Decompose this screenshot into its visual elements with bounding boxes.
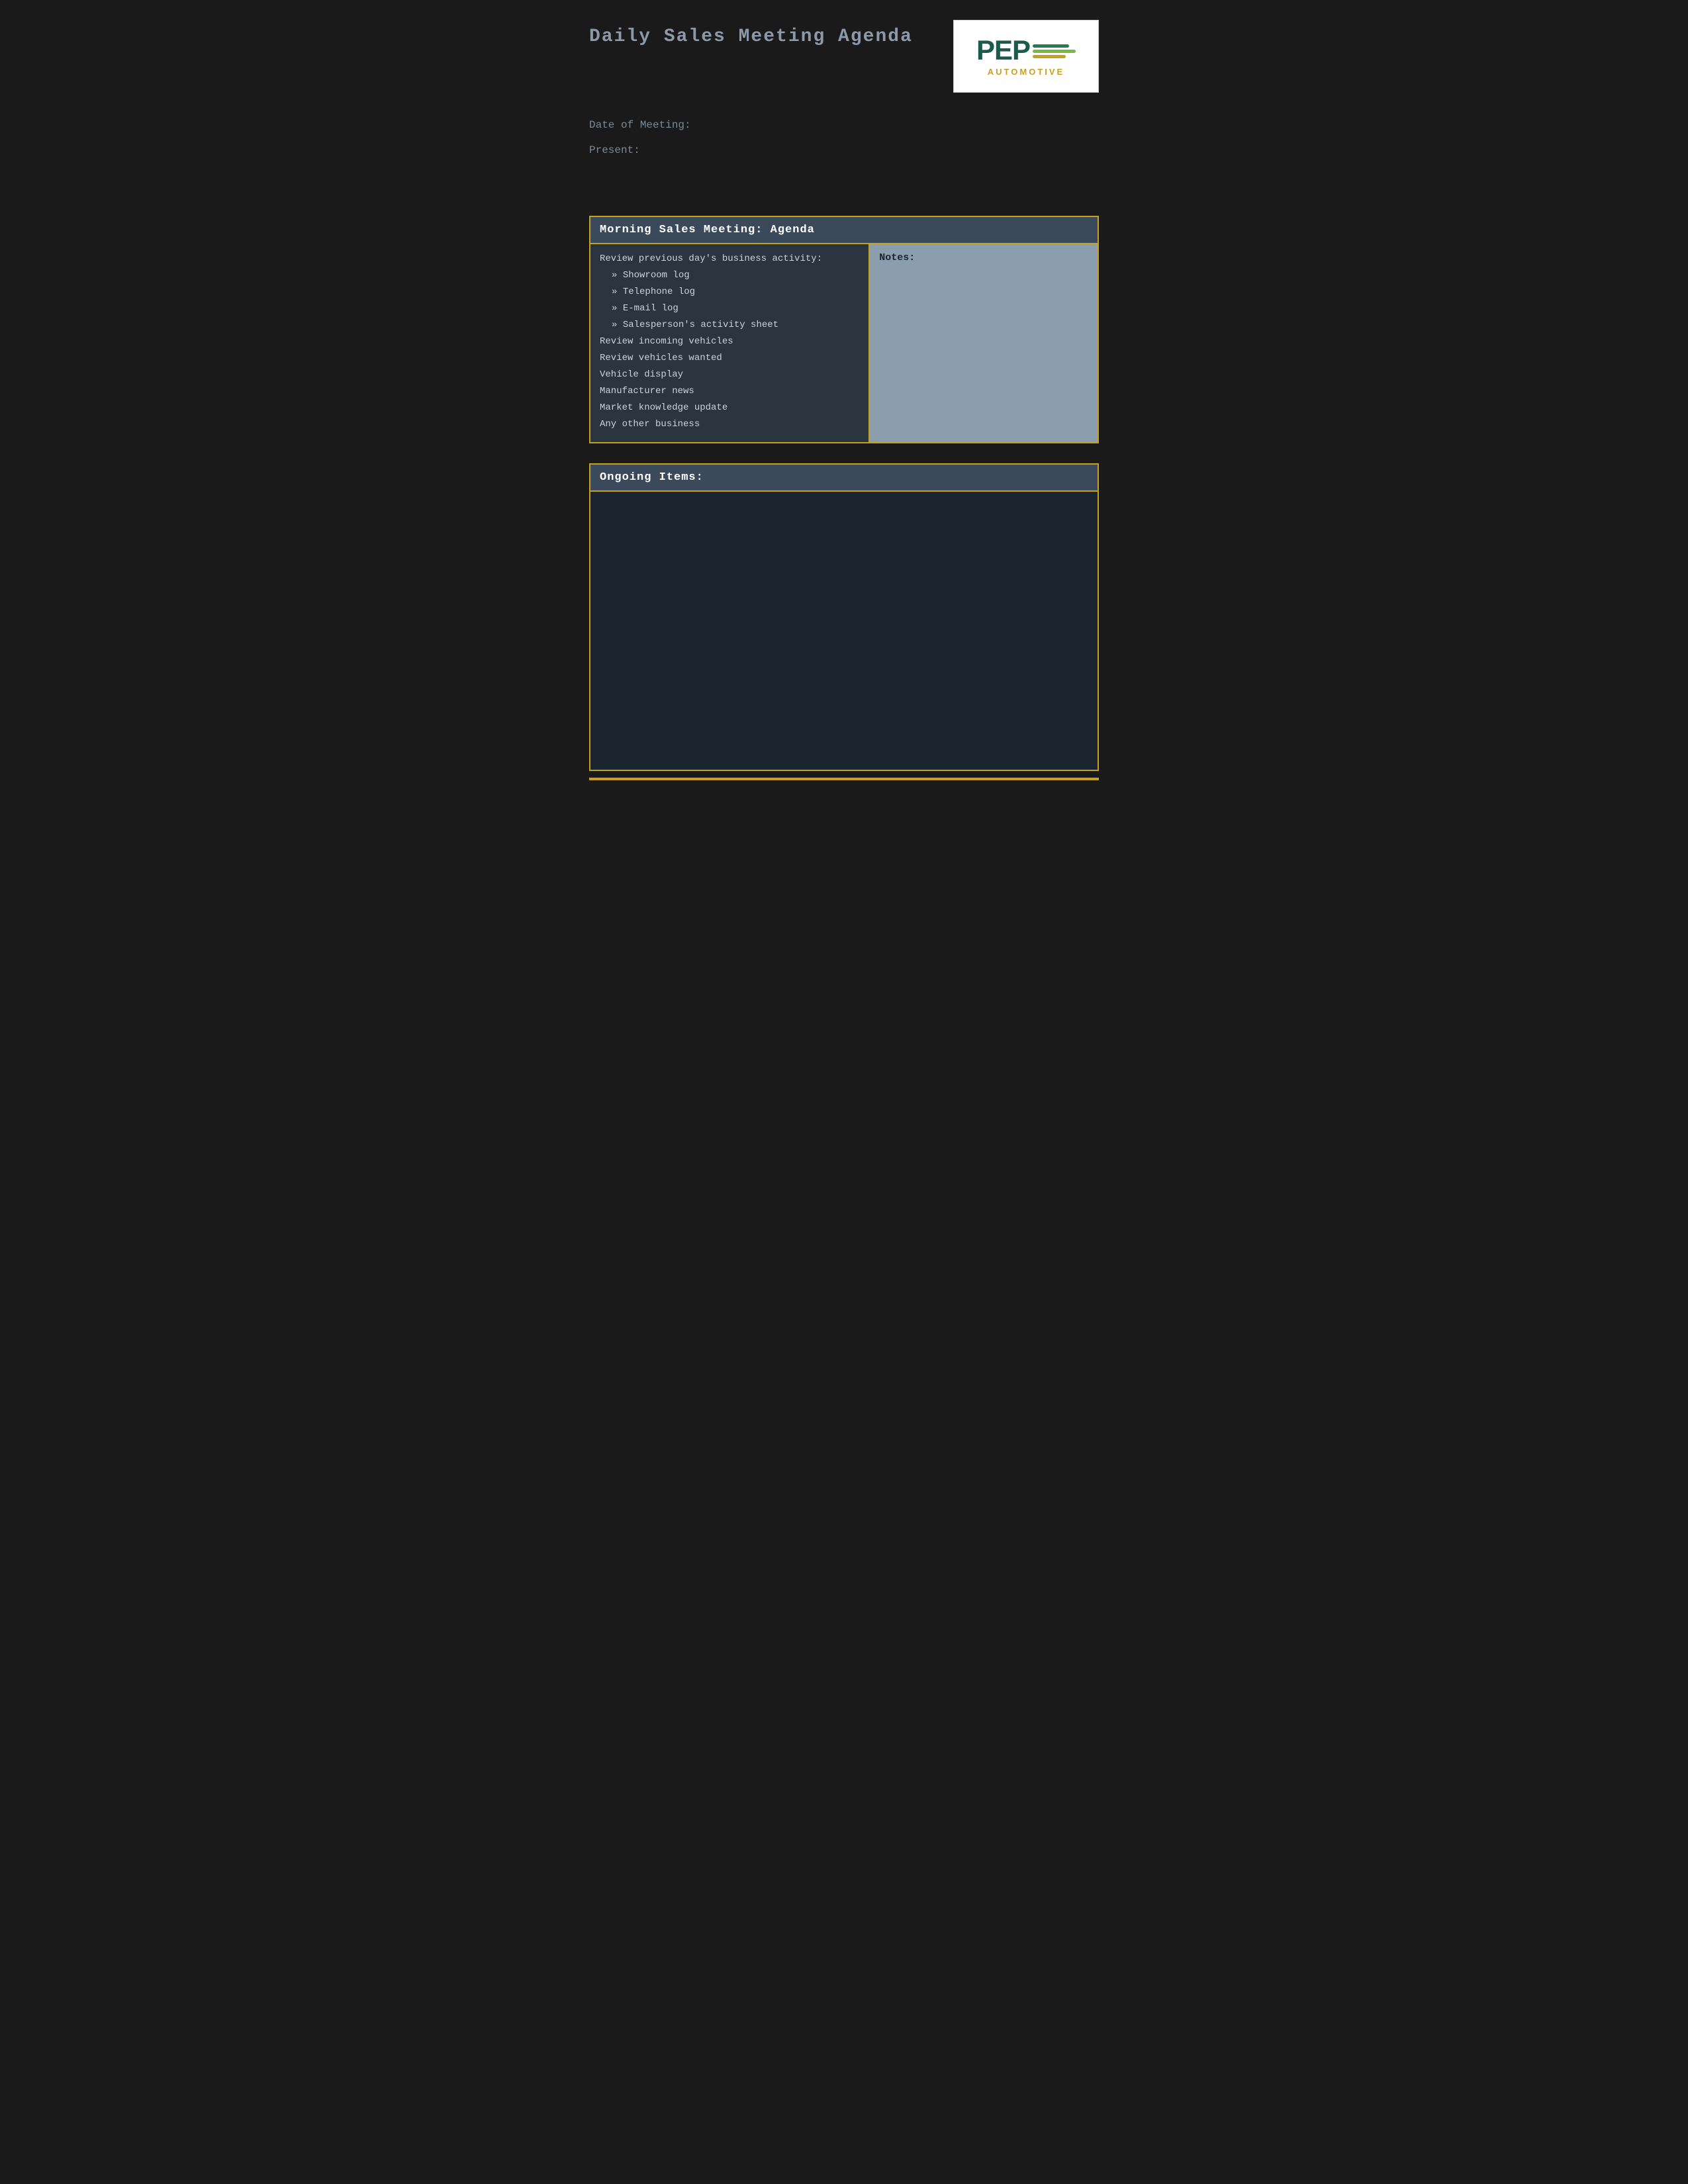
agenda-sub-showroom: Showroom log <box>612 269 859 283</box>
logo-text: PEP <box>976 36 1030 64</box>
notes-label: Notes: <box>879 252 1088 263</box>
logo-swoosh <box>1033 44 1076 60</box>
page-title: Daily Sales Meeting Agenda <box>589 26 913 47</box>
title-area: Daily Sales Meeting Agenda <box>589 20 913 47</box>
agenda-sub-telephone: Telephone log <box>612 285 859 299</box>
date-label: Date of Meeting: <box>589 119 1099 131</box>
agenda-review-incoming: Review incoming vehicles <box>600 335 859 349</box>
agenda-sub-email: E-mail log <box>612 302 859 316</box>
agenda-vehicle-display: Vehicle display <box>600 368 859 382</box>
ongoing-header: Ongoing Items: <box>590 465 1098 492</box>
notes-column: Notes: <box>869 244 1098 442</box>
page-header: Daily Sales Meeting Agenda PEP AUTOMOTIV… <box>589 20 1099 93</box>
morning-meeting-header: Morning Sales Meeting: Agenda <box>590 217 1098 244</box>
logo-pep-area: PEP <box>976 36 1076 64</box>
spacer <box>589 176 1099 216</box>
agenda-other-business: Any other business <box>600 418 859 432</box>
bottom-bar <box>589 778 1099 780</box>
swoosh-line-2 <box>1033 50 1076 53</box>
present-label: Present: <box>589 144 1099 156</box>
agenda-manufacturer-news: Manufacturer news <box>600 385 859 398</box>
agenda-market-knowledge: Market knowledge update <box>600 401 859 415</box>
agenda-sub-salesperson: Salesperson's activity sheet <box>612 318 859 332</box>
agenda-column: Review previous day's business activity:… <box>590 244 869 442</box>
ongoing-section: Ongoing Items: <box>589 463 1099 771</box>
agenda-review-wanted: Review vehicles wanted <box>600 351 859 365</box>
morning-meeting-section: Morning Sales Meeting: Agenda Review pre… <box>589 216 1099 443</box>
morning-meeting-body: Review previous day's business activity:… <box>590 244 1098 442</box>
logo-subtitle: AUTOMOTIVE <box>988 67 1064 77</box>
swoosh-line-3 <box>1033 55 1066 58</box>
agenda-intro: Review previous day's business activity: <box>600 252 859 266</box>
company-logo: PEP AUTOMOTIVE <box>953 20 1099 93</box>
meta-section: Date of Meeting: Present: <box>589 119 1099 156</box>
ongoing-body <box>590 492 1098 770</box>
swoosh-line-1 <box>1033 44 1069 48</box>
